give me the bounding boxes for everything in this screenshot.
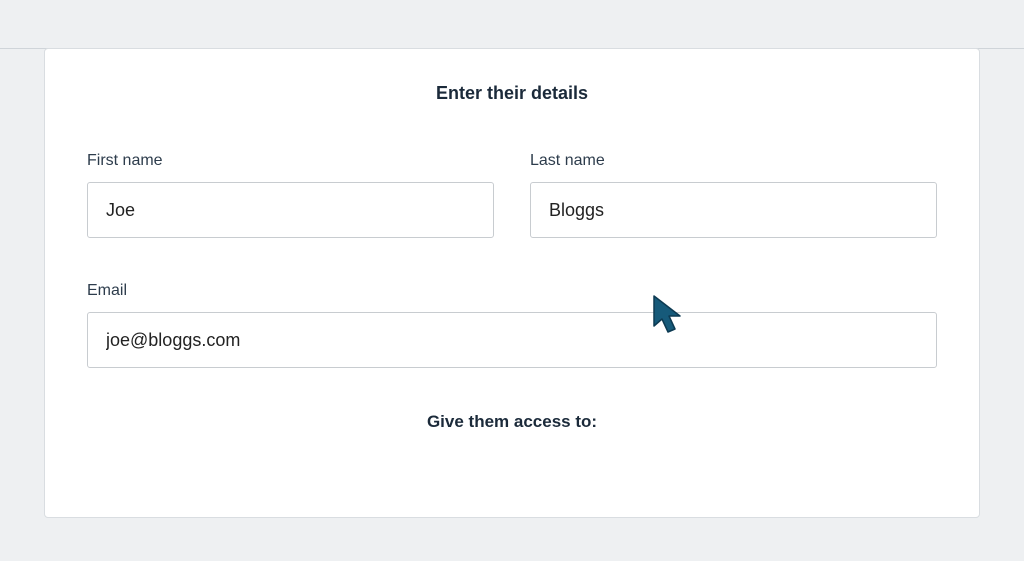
email-row: Email <box>87 282 937 368</box>
last-name-label: Last name <box>530 152 937 170</box>
first-name-label: First name <box>87 152 494 170</box>
access-heading: Give them access to: <box>87 412 937 432</box>
email-label: Email <box>87 282 937 300</box>
email-field-group: Email <box>87 282 937 368</box>
details-form-card: Enter their details First name Last name… <box>44 48 980 518</box>
form-heading: Enter their details <box>87 83 937 104</box>
email-input[interactable] <box>87 312 937 368</box>
last-name-input[interactable] <box>530 182 937 238</box>
first-name-input[interactable] <box>87 182 494 238</box>
first-name-field-group: First name <box>87 152 494 238</box>
name-row: First name Last name <box>87 152 937 238</box>
last-name-field-group: Last name <box>530 152 937 238</box>
